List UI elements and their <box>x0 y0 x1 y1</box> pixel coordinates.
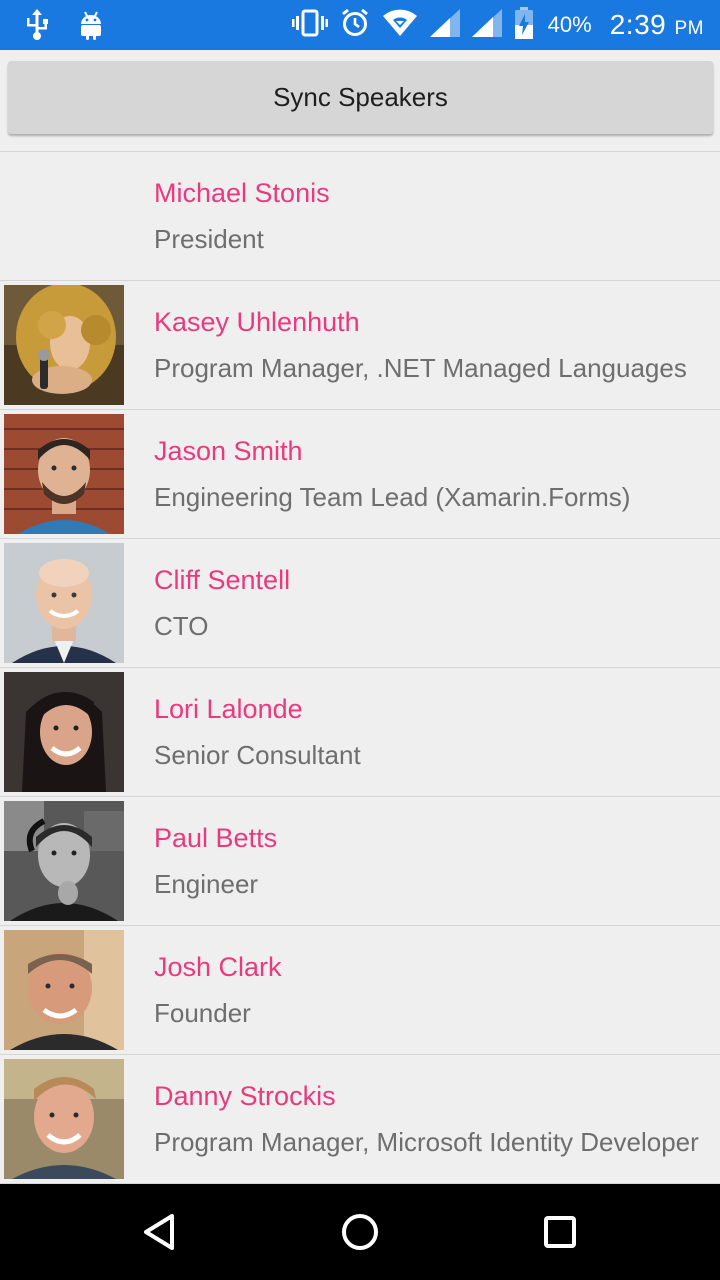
speaker-title: Engineer <box>154 869 259 899</box>
wifi-icon <box>382 9 418 42</box>
vibrate-icon <box>291 9 328 42</box>
navigation-bar <box>0 1184 720 1280</box>
back-button[interactable] <box>136 1208 184 1256</box>
speaker-row[interactable]: Paul Betts Engineer <box>0 797 720 926</box>
speaker-avatar <box>4 414 124 534</box>
speaker-title: Engineering Team Lead (Xamarin.Forms) <box>154 482 631 512</box>
recents-icon <box>544 1216 576 1248</box>
speaker-name: Danny Strockis <box>154 1081 336 1111</box>
speaker-row[interactable]: Michael Stonis President <box>0 152 720 281</box>
speaker-title: Senior Consultant <box>154 740 361 770</box>
speaker-avatar <box>4 801 124 921</box>
sync-speakers-button[interactable]: Sync Speakers <box>8 61 713 134</box>
speaker-title: Program Manager, Microsoft Identity Deve… <box>154 1127 699 1157</box>
speaker-title: CTO <box>154 611 209 641</box>
battery-percent: 40% <box>547 12 592 37</box>
battery-icon <box>514 6 534 44</box>
signal-icon <box>429 8 460 42</box>
signal-icon <box>471 8 502 42</box>
speaker-name: Kasey Uhlenhuth <box>154 307 360 337</box>
speaker-list[interactable]: Michael Stonis President Kasey Uhlenhuth… <box>0 151 720 1184</box>
speaker-row[interactable]: Kasey Uhlenhuth Program Manager, .NET Ma… <box>0 281 720 410</box>
speaker-row[interactable]: Josh Clark Founder <box>0 926 720 1055</box>
speaker-name: Cliff Sentell <box>154 565 291 595</box>
home-button[interactable] <box>336 1208 384 1256</box>
speaker-row[interactable]: Lori Lalonde Senior Consultant <box>0 668 720 797</box>
alarm-icon <box>340 8 370 43</box>
speaker-title: Program Manager, .NET Managed Languages <box>154 353 687 383</box>
speaker-name: Jason Smith <box>154 436 303 466</box>
speaker-row[interactable]: Jason Smith Engineering Team Lead (Xamar… <box>0 410 720 539</box>
speaker-row[interactable]: Danny Strockis Program Manager, Microsof… <box>0 1055 720 1184</box>
back-icon <box>144 1214 174 1250</box>
speaker-avatar <box>4 285 124 405</box>
recents-button[interactable] <box>536 1208 584 1256</box>
usb-icon <box>24 9 50 46</box>
status-bar: 40% 2:39 PM <box>0 0 720 50</box>
speaker-avatar <box>4 672 124 792</box>
speaker-name: Michael Stonis <box>154 178 330 208</box>
speaker-title: Founder <box>154 998 251 1028</box>
speaker-name: Lori Lalonde <box>154 694 303 724</box>
speaker-avatar <box>4 930 124 1050</box>
android-icon <box>78 10 104 45</box>
clock: 2:39 PM <box>610 9 704 41</box>
speaker-title: President <box>154 224 264 254</box>
speaker-row[interactable]: Cliff Sentell CTO <box>0 539 720 668</box>
speaker-avatar <box>4 543 124 663</box>
home-icon <box>342 1214 378 1250</box>
clock-ampm: PM <box>674 18 704 39</box>
speaker-avatar <box>4 1059 124 1179</box>
speaker-name: Paul Betts <box>154 823 278 853</box>
speaker-name: Josh Clark <box>154 952 282 982</box>
clock-time: 2:39 <box>609 9 667 40</box>
